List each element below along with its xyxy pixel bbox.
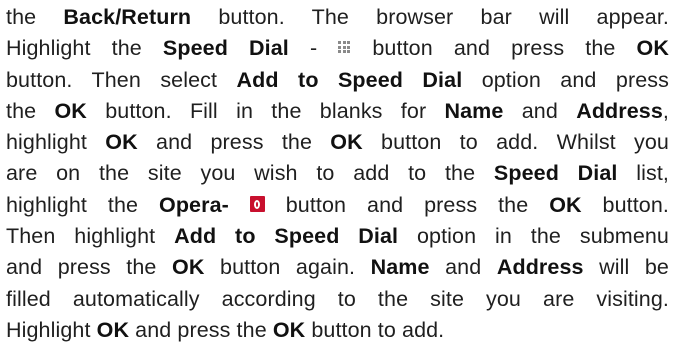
text-run: button. (581, 192, 669, 217)
bold-term: Back/Return (63, 5, 192, 29)
text-run: button and press the (264, 192, 550, 217)
bold-term: Add to Speed Dial (236, 67, 463, 92)
bold-term: OK (172, 255, 205, 280)
text-run: , (662, 98, 669, 123)
text-run: Then highlight (6, 224, 175, 249)
text-run: and press the (6, 255, 173, 280)
text-line: filled automatically according to the si… (6, 284, 669, 315)
bold-term: OK (636, 36, 669, 61)
bold-term: Add to Speed Dial (174, 224, 399, 249)
speed-dial-grid-icon (338, 41, 351, 54)
text-run: button. Fill in the blanks for (86, 98, 445, 123)
text-run: button to add. Whilst you (362, 130, 669, 155)
bold-term: Opera- (159, 192, 229, 217)
text-run: and (429, 255, 497, 280)
bold-term: OK (272, 317, 306, 342)
text-run: the (6, 98, 55, 123)
bold-term: Name (370, 255, 430, 280)
text-run: button again. (204, 255, 371, 280)
text-line: Highlight OK and press the OK button to … (6, 315, 669, 346)
text-run: are on the site you wish to add to the (6, 161, 494, 186)
bold-term: Address (576, 98, 663, 123)
text-run: option and press (462, 67, 669, 92)
bold-term: OK (549, 192, 582, 217)
text-run: Highlight the (6, 36, 163, 61)
text-line: highlight OK and press the OK button to … (6, 127, 669, 158)
text-run (229, 193, 250, 217)
text-run: highlight the (6, 192, 159, 217)
text-run: - (288, 36, 339, 61)
bold-term: Address (496, 255, 584, 280)
text-line: highlight the Opera- button and press th… (6, 190, 669, 221)
text-line: Highlight the Speed Dial - button and pr… (6, 33, 669, 64)
text-run: filled automatically according to the si… (6, 286, 669, 311)
text-run: the (6, 5, 64, 29)
text-run: button. The browser bar will appear. (191, 5, 669, 29)
text-line: Then highlight Add to Speed Dial option … (6, 221, 669, 252)
text-run: and (503, 98, 577, 123)
text-run: and press the (137, 130, 331, 155)
text-run: button to add. (305, 317, 445, 342)
bold-term: OK (54, 98, 87, 123)
text-run: button. Then select (6, 67, 237, 92)
bold-term: Speed Dial (493, 161, 618, 186)
opera-icon (249, 196, 265, 213)
bold-term: OK (96, 317, 130, 342)
text-run: list, (617, 161, 669, 186)
instruction-paragraph: the Back/Return button. The browser bar … (6, 2, 669, 346)
text-run: Highlight (6, 317, 97, 342)
text-line: are on the site you wish to add to the S… (6, 158, 669, 189)
text-line: and press the OK button again. Name and … (6, 252, 669, 283)
text-line: the OK button. Fill in the blanks for Na… (6, 96, 669, 127)
manual-page: the Back/Return button. The browser bar … (0, 0, 675, 352)
bold-term: OK (105, 130, 138, 155)
text-run: highlight (6, 130, 106, 155)
text-line: the Back/Return button. The browser bar … (6, 2, 669, 33)
bold-term: OK (330, 130, 363, 155)
text-run: will be (583, 255, 669, 280)
text-line: button. Then select Add to Speed Dial op… (6, 65, 669, 96)
bold-term: Speed Dial (162, 36, 289, 61)
bold-term: Name (444, 98, 504, 123)
text-run: and press the (129, 317, 273, 342)
text-run: button and press the (351, 36, 637, 61)
text-run: option in the submenu (398, 224, 669, 249)
